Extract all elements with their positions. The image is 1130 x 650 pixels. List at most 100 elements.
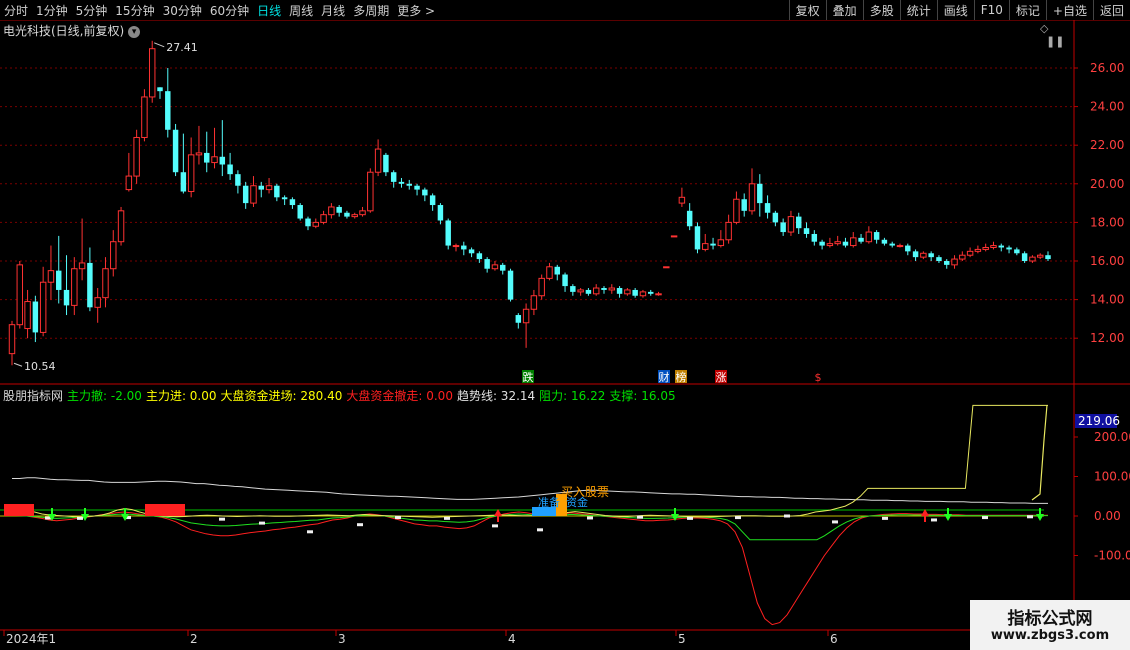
candle-body	[476, 253, 483, 260]
indicator-dot	[687, 516, 693, 520]
price-axis-label: 26.00	[1090, 61, 1124, 75]
price-axis-label: 20.00	[1090, 177, 1124, 191]
candle-body	[1045, 255, 1051, 260]
candle-body	[670, 235, 678, 238]
candle-body	[165, 91, 171, 130]
indicator-value-4: 趋势线: 32.14	[456, 389, 536, 403]
chevron-down-icon[interactable]: ▾	[128, 25, 141, 38]
candle-body	[383, 154, 389, 173]
candle-body	[289, 199, 296, 206]
candle-body	[305, 218, 311, 227]
candle-body	[951, 258, 958, 266]
candle-body	[858, 237, 864, 242]
price-axis-label: 18.00	[1090, 215, 1124, 229]
candle-body	[484, 259, 490, 269]
diamond-icon[interactable]: ◇	[1040, 22, 1048, 35]
candle-body	[32, 301, 39, 333]
indicator-axis-label: 200.00	[1094, 430, 1130, 444]
candle-body	[873, 232, 880, 240]
indicator-value-5: 阻力: 16.22	[539, 389, 606, 403]
indicator-dot	[931, 518, 937, 522]
indicator-header: 股朋指标网 主力撤: -2.00 主力进: 0.00 大盘资金进场: 280.40 大盘…	[3, 387, 680, 404]
price-axis-label: 22.00	[1090, 138, 1124, 152]
candle-body	[117, 210, 125, 243]
candle-body	[320, 214, 327, 223]
indicator-dot	[832, 520, 838, 524]
candle-body	[157, 87, 163, 92]
short-line	[11, 511, 1048, 626]
candle-body	[686, 210, 693, 227]
ready-signal-label: 准备	[538, 495, 560, 509]
candle-body	[1029, 256, 1036, 262]
indicator-dot	[982, 516, 988, 520]
candle-body	[336, 206, 342, 213]
candle-body	[94, 297, 101, 308]
candle-body	[780, 222, 786, 233]
candle-body	[881, 239, 888, 244]
event-marker: 跌	[523, 370, 534, 384]
candle-body	[570, 286, 576, 292]
candle-body	[359, 210, 366, 216]
candle-body	[1006, 247, 1012, 250]
indicator-dot	[492, 524, 498, 528]
candle-body	[826, 243, 834, 247]
capital-exit-block	[145, 504, 185, 516]
indicator-value-2: 大盘资金进场: 280.40	[220, 389, 343, 403]
candle-body	[187, 154, 195, 193]
candle-body	[796, 216, 802, 229]
candle-body	[694, 226, 701, 250]
candle-body	[328, 206, 335, 216]
indicator-dot	[444, 516, 450, 520]
candle-body	[414, 185, 420, 190]
low-price-label: 10.54	[24, 360, 56, 373]
indicator-value-3: 大盘资金撤走: 0.00	[346, 389, 453, 403]
candle-body	[374, 148, 382, 173]
candle-body	[16, 264, 24, 326]
candle-body	[390, 172, 397, 182]
indicator-value-1: 主力进: 0.00	[145, 389, 217, 403]
candle-body	[803, 228, 810, 234]
date-axis-label: 4	[508, 632, 516, 646]
candle-body	[990, 245, 997, 248]
high-price-label: 27.41	[166, 41, 198, 54]
candle-body	[219, 156, 226, 165]
date-axis-label: 2024年1	[6, 632, 56, 646]
indicator-axis-label: 0.00	[1094, 509, 1121, 523]
candle-body	[577, 289, 584, 293]
pause-icon[interactable]: ❚❚	[1046, 35, 1064, 48]
high-pointer	[154, 42, 165, 48]
candle-body	[764, 203, 771, 213]
candle-body	[429, 195, 436, 206]
candle-body	[648, 291, 654, 294]
indicator-axis-label: 100.00	[1094, 470, 1130, 484]
candle-body	[437, 205, 444, 221]
candle-body	[344, 212, 350, 217]
candle-body	[351, 214, 358, 218]
candle-body	[102, 268, 109, 299]
candle-body	[195, 152, 203, 156]
candle-body	[562, 274, 568, 287]
candle-body	[227, 164, 233, 175]
indicator-dot	[357, 523, 363, 527]
candle-body	[24, 301, 31, 330]
chart-canvas: 26.0024.0022.0020.0018.0016.0014.0012.00…	[0, 20, 1130, 646]
watermark: 指标公式网 www.zbgs3.com	[970, 600, 1130, 650]
candle-body	[601, 288, 607, 290]
date-axis-label: 6	[830, 632, 838, 646]
indicator-dot	[395, 516, 401, 520]
candle-body	[974, 248, 982, 252]
date-axis-label: 5	[678, 632, 686, 646]
candle-body	[842, 241, 849, 246]
candle-body	[834, 241, 841, 245]
candle-body	[787, 216, 795, 233]
candle-body	[585, 289, 592, 294]
candle-body	[39, 281, 47, 333]
candle-body	[461, 245, 467, 250]
candle-body	[928, 253, 934, 258]
candle-body	[71, 268, 78, 306]
candle-body	[959, 254, 966, 260]
candle-body	[655, 293, 662, 296]
candle-body	[920, 252, 927, 258]
date-axis-label: 3	[338, 632, 346, 646]
candle-body	[8, 324, 16, 355]
